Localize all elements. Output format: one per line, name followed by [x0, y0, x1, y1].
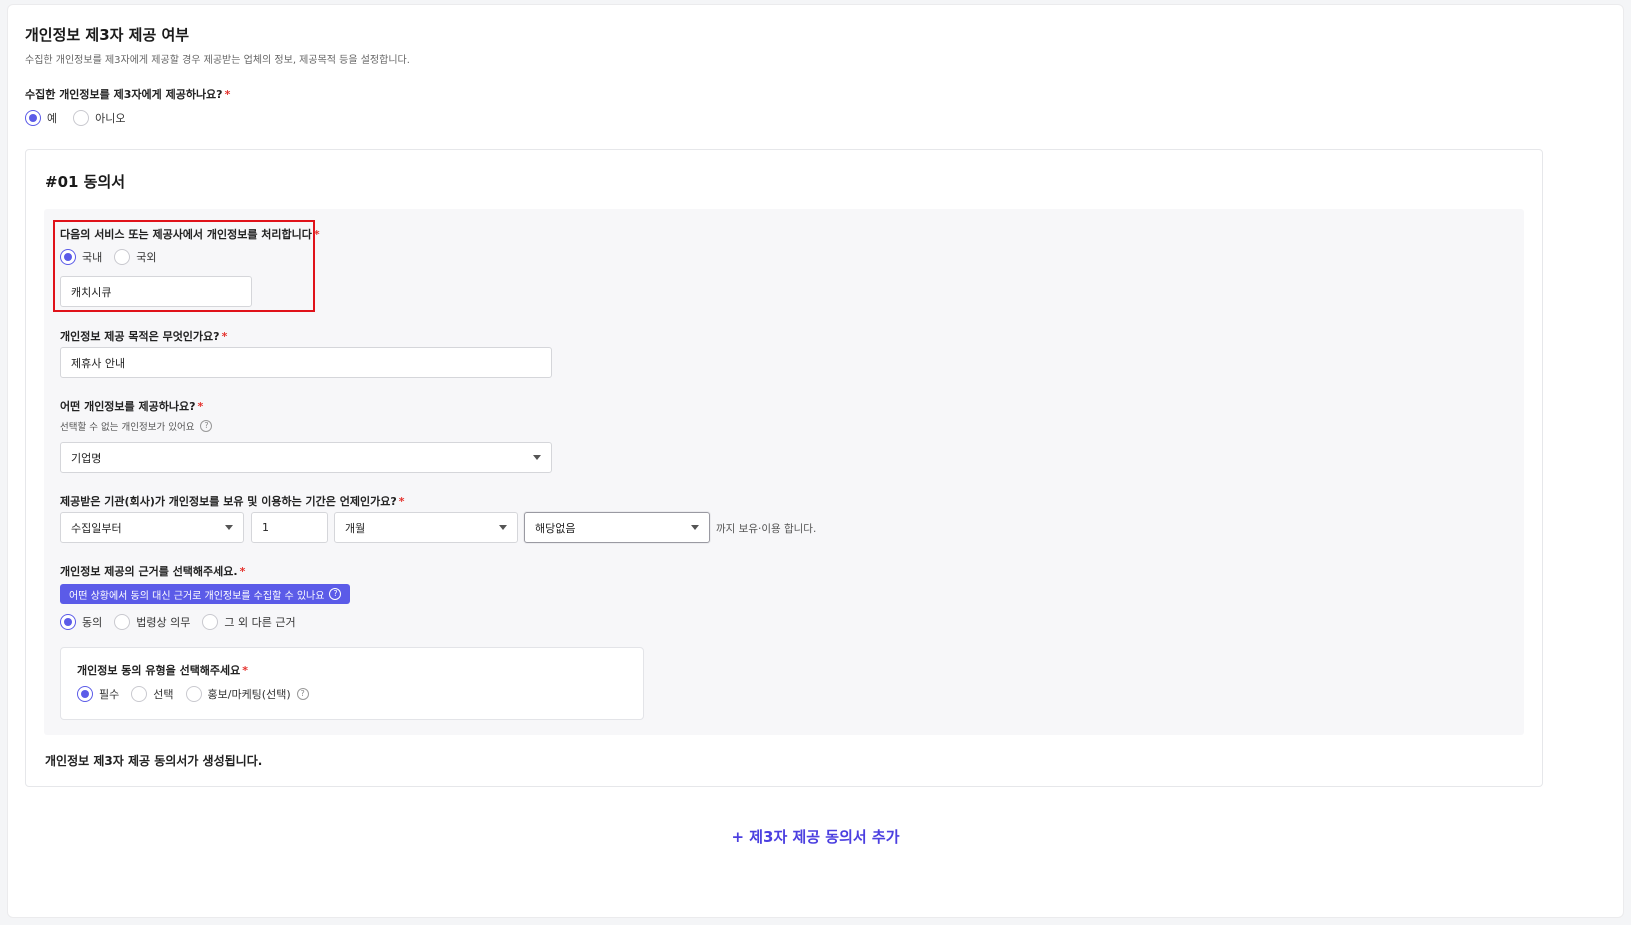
consent-type-radio-group: 필수 선택 홍보/마케팅(선택) ? — [77, 686, 309, 702]
purpose-label: 개인정보 제공 목적은 무엇인가요? * — [60, 330, 228, 343]
chevron-down-icon — [499, 525, 507, 530]
retention-unit-select[interactable]: 개월 — [334, 512, 518, 543]
retention-amount-input[interactable]: 1 — [251, 512, 328, 543]
radio-domestic[interactable]: 국내 — [60, 249, 102, 265]
help-icon: ? — [329, 588, 342, 600]
retention-from-select[interactable]: 수집일부터 — [60, 512, 244, 543]
consent-type-label: 개인정보 동의 유형을 선택해주세요 * — [77, 664, 249, 677]
radio-mandatory[interactable]: 필수 — [77, 686, 119, 702]
radio-checked-icon — [77, 686, 93, 702]
radio-other-basis[interactable]: 그 외 다른 근거 — [202, 614, 296, 630]
radio-unchecked-icon — [202, 614, 219, 630]
radio-checked-icon — [60, 249, 76, 265]
items-select[interactable]: 기업명 — [60, 442, 552, 473]
processor-label: 다음의 서비스 또는 제공사에서 개인정보를 처리합니다 * — [60, 228, 320, 241]
retention-suffix: 까지 보유·이용 합니다. — [716, 523, 817, 535]
provide-question-label: 수집한 개인정보를 제3자에게 제공하나요? * — [25, 88, 231, 101]
provide-radio-group: 예 아니오 — [25, 110, 136, 126]
chevron-down-icon — [691, 525, 699, 530]
items-label: 어떤 개인정보를 제공하나요? * — [60, 400, 204, 413]
consent-title: #01 동의서 — [45, 173, 126, 191]
radio-marketing[interactable]: 홍보/마케팅(선택) — [185, 686, 291, 702]
radio-unchecked-icon — [114, 249, 131, 265]
radio-checked-icon — [25, 110, 41, 126]
help-icon[interactable]: ? — [200, 420, 213, 432]
processor-radio-group: 국내 국외 — [60, 249, 167, 265]
help-icon[interactable]: ? — [296, 688, 309, 700]
radio-checked-icon — [60, 614, 76, 630]
basis-label: 개인정보 제공의 근거를 선택해주세요. * — [60, 565, 246, 578]
chevron-down-icon — [225, 525, 233, 530]
consent-type-card — [60, 647, 644, 720]
basis-radio-group: 동의 법령상 의무 그 외 다른 근거 — [60, 614, 306, 630]
chevron-down-icon — [533, 455, 541, 460]
section-title: 개인정보 제3자 제공 여부 — [25, 26, 190, 44]
consent-footer-note: 개인정보 제3자 제공 동의서가 생성됩니다. — [45, 754, 263, 768]
radio-legal-obligation[interactable]: 법령상 의무 — [114, 614, 190, 630]
radio-no[interactable]: 아니오 — [73, 110, 126, 126]
radio-optional[interactable]: 선택 — [131, 686, 174, 702]
radio-yes[interactable]: 예 — [25, 110, 57, 126]
purpose-input[interactable]: 제휴사 안내 — [60, 347, 552, 378]
radio-unchecked-icon — [73, 110, 90, 126]
radio-overseas[interactable]: 국외 — [114, 249, 157, 265]
items-sub-label: 선택할 수 없는 개인정보가 있어요 ? — [60, 419, 213, 433]
radio-consent[interactable]: 동의 — [60, 614, 102, 630]
processor-name-input[interactable]: 캐치시큐 — [60, 276, 252, 307]
radio-unchecked-icon — [185, 686, 202, 702]
basis-hint-button[interactable]: 어떤 상황에서 동의 대신 근거로 개인정보를 수집할 수 있나요 ? — [60, 584, 351, 604]
add-consent-button[interactable]: + 제3자 제공 동의서 추가 — [0, 826, 1631, 847]
retention-label: 제공받은 기관(회사)가 개인정보를 보유 및 이용하는 기간은 언제인가요? * — [60, 495, 405, 508]
retention-extra-select[interactable]: 해당없음 — [524, 512, 710, 543]
radio-unchecked-icon — [114, 614, 131, 630]
section-description: 수집한 개인정보를 제3자에게 제공할 경우 제공받는 업체의 정보, 제공목적… — [25, 55, 410, 66]
radio-unchecked-icon — [131, 686, 148, 702]
